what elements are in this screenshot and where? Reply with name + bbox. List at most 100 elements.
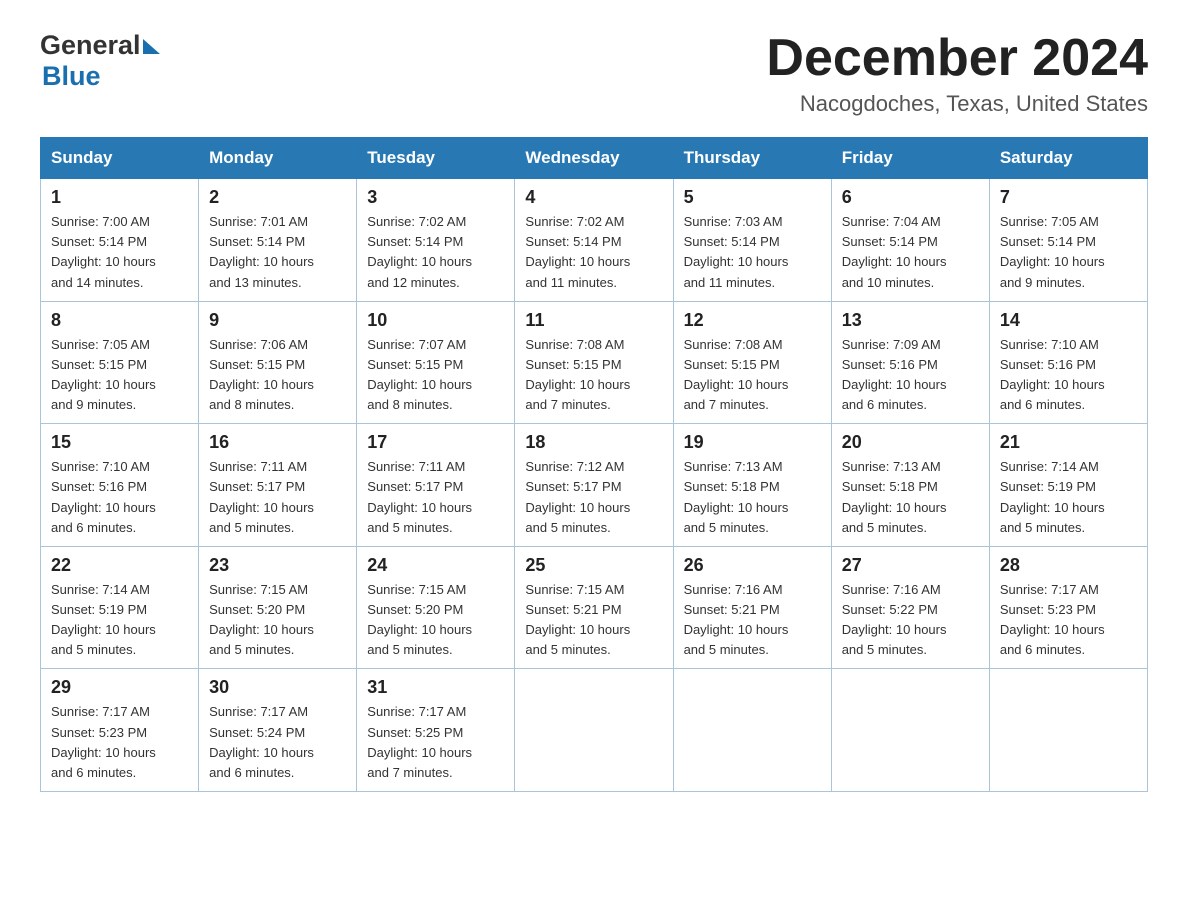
day-number: 3	[367, 187, 504, 208]
day-number: 12	[684, 310, 821, 331]
calendar-cell: 31 Sunrise: 7:17 AMSunset: 5:25 PMDaylig…	[357, 669, 515, 792]
day-info: Sunrise: 7:12 AMSunset: 5:17 PMDaylight:…	[525, 459, 630, 534]
calendar-table: SundayMondayTuesdayWednesdayThursdayFrid…	[40, 137, 1148, 792]
day-info: Sunrise: 7:06 AMSunset: 5:15 PMDaylight:…	[209, 337, 314, 412]
day-info: Sunrise: 7:11 AMSunset: 5:17 PMDaylight:…	[209, 459, 314, 534]
day-number: 14	[1000, 310, 1137, 331]
header-thursday: Thursday	[673, 138, 831, 179]
calendar-cell: 21 Sunrise: 7:14 AMSunset: 5:19 PMDaylig…	[989, 424, 1147, 547]
logo-triangle-icon	[143, 39, 160, 54]
calendar-cell: 22 Sunrise: 7:14 AMSunset: 5:19 PMDaylig…	[41, 546, 199, 669]
header-wednesday: Wednesday	[515, 138, 673, 179]
calendar-cell: 13 Sunrise: 7:09 AMSunset: 5:16 PMDaylig…	[831, 301, 989, 424]
calendar-cell: 25 Sunrise: 7:15 AMSunset: 5:21 PMDaylig…	[515, 546, 673, 669]
header-tuesday: Tuesday	[357, 138, 515, 179]
calendar-cell: 16 Sunrise: 7:11 AMSunset: 5:17 PMDaylig…	[199, 424, 357, 547]
day-info: Sunrise: 7:13 AMSunset: 5:18 PMDaylight:…	[684, 459, 789, 534]
day-info: Sunrise: 7:11 AMSunset: 5:17 PMDaylight:…	[367, 459, 472, 534]
day-info: Sunrise: 7:05 AMSunset: 5:15 PMDaylight:…	[51, 337, 156, 412]
day-number: 20	[842, 432, 979, 453]
day-info: Sunrise: 7:17 AMSunset: 5:23 PMDaylight:…	[51, 704, 156, 779]
week-row-4: 22 Sunrise: 7:14 AMSunset: 5:19 PMDaylig…	[41, 546, 1148, 669]
day-info: Sunrise: 7:17 AMSunset: 5:24 PMDaylight:…	[209, 704, 314, 779]
day-info: Sunrise: 7:07 AMSunset: 5:15 PMDaylight:…	[367, 337, 472, 412]
day-number: 11	[525, 310, 662, 331]
day-info: Sunrise: 7:10 AMSunset: 5:16 PMDaylight:…	[1000, 337, 1105, 412]
day-info: Sunrise: 7:01 AMSunset: 5:14 PMDaylight:…	[209, 214, 314, 289]
logo-general-text: General	[40, 30, 141, 61]
calendar-cell: 2 Sunrise: 7:01 AMSunset: 5:14 PMDayligh…	[199, 179, 357, 302]
day-info: Sunrise: 7:00 AMSunset: 5:14 PMDaylight:…	[51, 214, 156, 289]
calendar-cell: 18 Sunrise: 7:12 AMSunset: 5:17 PMDaylig…	[515, 424, 673, 547]
calendar-cell: 11 Sunrise: 7:08 AMSunset: 5:15 PMDaylig…	[515, 301, 673, 424]
calendar-cell: 24 Sunrise: 7:15 AMSunset: 5:20 PMDaylig…	[357, 546, 515, 669]
day-number: 27	[842, 555, 979, 576]
day-info: Sunrise: 7:17 AMSunset: 5:25 PMDaylight:…	[367, 704, 472, 779]
header-friday: Friday	[831, 138, 989, 179]
day-info: Sunrise: 7:02 AMSunset: 5:14 PMDaylight:…	[367, 214, 472, 289]
calendar-cell: 10 Sunrise: 7:07 AMSunset: 5:15 PMDaylig…	[357, 301, 515, 424]
week-row-1: 1 Sunrise: 7:00 AMSunset: 5:14 PMDayligh…	[41, 179, 1148, 302]
day-info: Sunrise: 7:16 AMSunset: 5:21 PMDaylight:…	[684, 582, 789, 657]
day-number: 1	[51, 187, 188, 208]
day-number: 6	[842, 187, 979, 208]
day-info: Sunrise: 7:15 AMSunset: 5:20 PMDaylight:…	[367, 582, 472, 657]
day-info: Sunrise: 7:08 AMSunset: 5:15 PMDaylight:…	[684, 337, 789, 412]
calendar-cell: 26 Sunrise: 7:16 AMSunset: 5:21 PMDaylig…	[673, 546, 831, 669]
day-number: 28	[1000, 555, 1137, 576]
calendar-cell: 30 Sunrise: 7:17 AMSunset: 5:24 PMDaylig…	[199, 669, 357, 792]
calendar-cell: 20 Sunrise: 7:13 AMSunset: 5:18 PMDaylig…	[831, 424, 989, 547]
day-number: 19	[684, 432, 821, 453]
day-info: Sunrise: 7:09 AMSunset: 5:16 PMDaylight:…	[842, 337, 947, 412]
day-number: 25	[525, 555, 662, 576]
calendar-cell	[989, 669, 1147, 792]
logo-blue-text: Blue	[42, 61, 101, 91]
calendar-cell: 9 Sunrise: 7:06 AMSunset: 5:15 PMDayligh…	[199, 301, 357, 424]
calendar-cell: 3 Sunrise: 7:02 AMSunset: 5:14 PMDayligh…	[357, 179, 515, 302]
day-number: 21	[1000, 432, 1137, 453]
location-title: Nacogdoches, Texas, United States	[766, 91, 1148, 117]
header-saturday: Saturday	[989, 138, 1147, 179]
calendar-cell: 1 Sunrise: 7:00 AMSunset: 5:14 PMDayligh…	[41, 179, 199, 302]
day-number: 22	[51, 555, 188, 576]
calendar-cell: 29 Sunrise: 7:17 AMSunset: 5:23 PMDaylig…	[41, 669, 199, 792]
day-number: 10	[367, 310, 504, 331]
day-info: Sunrise: 7:03 AMSunset: 5:14 PMDaylight:…	[684, 214, 789, 289]
calendar-cell: 23 Sunrise: 7:15 AMSunset: 5:20 PMDaylig…	[199, 546, 357, 669]
day-number: 5	[684, 187, 821, 208]
calendar-cell: 6 Sunrise: 7:04 AMSunset: 5:14 PMDayligh…	[831, 179, 989, 302]
day-info: Sunrise: 7:16 AMSunset: 5:22 PMDaylight:…	[842, 582, 947, 657]
day-number: 23	[209, 555, 346, 576]
day-number: 7	[1000, 187, 1137, 208]
day-info: Sunrise: 7:05 AMSunset: 5:14 PMDaylight:…	[1000, 214, 1105, 289]
day-info: Sunrise: 7:15 AMSunset: 5:20 PMDaylight:…	[209, 582, 314, 657]
week-row-3: 15 Sunrise: 7:10 AMSunset: 5:16 PMDaylig…	[41, 424, 1148, 547]
calendar-cell: 17 Sunrise: 7:11 AMSunset: 5:17 PMDaylig…	[357, 424, 515, 547]
calendar-cell: 19 Sunrise: 7:13 AMSunset: 5:18 PMDaylig…	[673, 424, 831, 547]
logo: General Blue	[40, 30, 160, 92]
day-number: 18	[525, 432, 662, 453]
day-number: 30	[209, 677, 346, 698]
calendar-cell	[831, 669, 989, 792]
page-header: General Blue December 2024 Nacogdoches, …	[40, 30, 1148, 117]
calendar-cell: 14 Sunrise: 7:10 AMSunset: 5:16 PMDaylig…	[989, 301, 1147, 424]
day-number: 2	[209, 187, 346, 208]
day-number: 16	[209, 432, 346, 453]
calendar-cell: 12 Sunrise: 7:08 AMSunset: 5:15 PMDaylig…	[673, 301, 831, 424]
week-row-5: 29 Sunrise: 7:17 AMSunset: 5:23 PMDaylig…	[41, 669, 1148, 792]
calendar-cell	[515, 669, 673, 792]
day-number: 24	[367, 555, 504, 576]
day-number: 15	[51, 432, 188, 453]
day-info: Sunrise: 7:15 AMSunset: 5:21 PMDaylight:…	[525, 582, 630, 657]
title-area: December 2024 Nacogdoches, Texas, United…	[766, 30, 1148, 117]
day-number: 31	[367, 677, 504, 698]
day-number: 29	[51, 677, 188, 698]
day-info: Sunrise: 7:13 AMSunset: 5:18 PMDaylight:…	[842, 459, 947, 534]
day-info: Sunrise: 7:02 AMSunset: 5:14 PMDaylight:…	[525, 214, 630, 289]
calendar-cell	[673, 669, 831, 792]
day-number: 26	[684, 555, 821, 576]
day-number: 8	[51, 310, 188, 331]
calendar-cell: 7 Sunrise: 7:05 AMSunset: 5:14 PMDayligh…	[989, 179, 1147, 302]
day-number: 13	[842, 310, 979, 331]
day-info: Sunrise: 7:10 AMSunset: 5:16 PMDaylight:…	[51, 459, 156, 534]
